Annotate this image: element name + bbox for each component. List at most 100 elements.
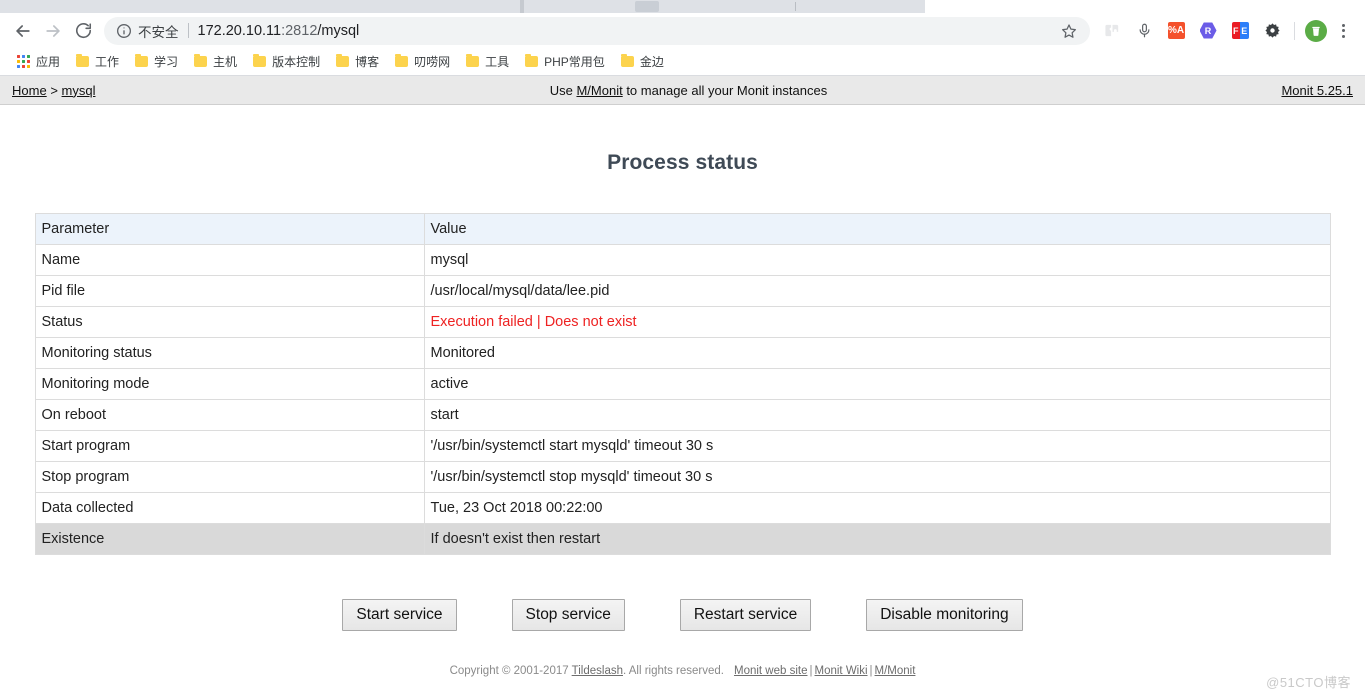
table-row: Pid file /usr/local/mysql/data/lee.pid bbox=[34, 275, 1331, 307]
row-parameter: Pid file bbox=[34, 275, 425, 307]
folder-icon bbox=[620, 54, 634, 67]
watermark: @51CTO博客 bbox=[1266, 675, 1351, 690]
table-header-row: Parameter Value bbox=[34, 213, 1331, 245]
folder-icon bbox=[525, 54, 539, 67]
disable-monitoring-button[interactable]: Disable monitoring bbox=[866, 599, 1023, 632]
bookmark-label: 金边 bbox=[639, 55, 664, 69]
footer-link-separator: | bbox=[809, 665, 813, 678]
table-row: Existence If doesn't exist then restart bbox=[34, 523, 1331, 555]
table-row: Start program '/usr/bin/systemctl start … bbox=[34, 430, 1331, 462]
star-icon[interactable] bbox=[1058, 20, 1080, 42]
tildeslash-link[interactable]: Tildeslash bbox=[572, 665, 623, 677]
folder-icon bbox=[194, 54, 208, 67]
monit-top-bar: Home > mysql Use M/Monit to manage all y… bbox=[0, 76, 1365, 105]
folder-icon bbox=[253, 54, 267, 67]
reload-button[interactable] bbox=[68, 16, 98, 46]
row-parameter: Stop program bbox=[34, 461, 425, 493]
table-row: Data collected Tue, 23 Oct 2018 00:22:00 bbox=[34, 492, 1331, 524]
bookmark-folder-4[interactable]: 版本控制 bbox=[246, 51, 327, 73]
bookmark-folder-1[interactable]: 工作 bbox=[69, 51, 126, 73]
browser-chrome: 不安全 172.20.10.11:2812/mysql %A R F E 应用 … bbox=[0, 0, 1365, 76]
bookmark-folder-6[interactable]: 叨唠网 bbox=[388, 51, 457, 73]
url-path: /mysql bbox=[317, 22, 360, 39]
row-value: /usr/local/mysql/data/lee.pid bbox=[423, 275, 1331, 307]
forward-arrow-icon bbox=[46, 24, 60, 37]
url-host: 172.20.10.11 bbox=[197, 22, 282, 39]
microphone-icon[interactable] bbox=[1131, 18, 1157, 44]
bookmark-label: 工具 bbox=[485, 55, 510, 69]
breadcrumb-home-link[interactable]: Home bbox=[12, 83, 47, 98]
bookmark-label: 博客 bbox=[355, 55, 380, 69]
row-parameter: Data collected bbox=[34, 492, 425, 524]
monit-version-link[interactable]: Monit 5.25.1 bbox=[1281, 83, 1353, 98]
page-content: Home > mysql Use M/Monit to manage all y… bbox=[0, 76, 1365, 699]
folder-icon bbox=[336, 54, 350, 67]
avatar-glyph-icon bbox=[1312, 26, 1320, 36]
reload-icon bbox=[75, 23, 91, 39]
profile-avatar[interactable] bbox=[1305, 19, 1327, 42]
address-bar[interactable]: 不安全 172.20.10.11:2812/mysql bbox=[104, 16, 1090, 45]
active-tab-edge[interactable] bbox=[520, 0, 524, 13]
breadcrumb-current-link[interactable]: mysql bbox=[62, 83, 96, 98]
row-parameter: Monitoring mode bbox=[34, 368, 425, 400]
breadcrumb: Home > mysql bbox=[12, 83, 95, 98]
folder-icon bbox=[135, 54, 149, 67]
mmonit-footer-link[interactable]: M/Monit bbox=[875, 665, 916, 677]
table-row: Monitoring mode active bbox=[34, 368, 1331, 400]
row-value: active bbox=[423, 368, 1331, 400]
bookmark-label: 学习 bbox=[154, 55, 179, 69]
fe-badge: FE bbox=[1231, 22, 1249, 39]
row-parameter: Monitoring status bbox=[34, 337, 425, 369]
row-parameter: Name bbox=[34, 244, 425, 276]
tab-thumbnail[interactable] bbox=[635, 1, 659, 12]
mmonit-link[interactable]: M/Monit bbox=[576, 83, 622, 98]
mmonit-promo: Use M/Monit to manage all your Monit ins… bbox=[95, 83, 1281, 98]
bookmark-apps[interactable]: 应用 bbox=[10, 51, 67, 73]
omnibox-divider bbox=[187, 23, 189, 38]
tab-strip[interactable] bbox=[0, 0, 1365, 13]
url-text[interactable]: 172.20.10.11:2812/mysql bbox=[198, 23, 1053, 39]
row-value: '/usr/bin/systemctl stop mysqld' timeout… bbox=[423, 461, 1331, 493]
bookmark-folder-5[interactable]: 博客 bbox=[329, 51, 386, 73]
row-parameter: On reboot bbox=[34, 399, 425, 431]
bug-gear-extension-icon[interactable] bbox=[1259, 18, 1285, 44]
chrome-menu-icon[interactable] bbox=[1331, 18, 1355, 44]
back-button[interactable] bbox=[8, 16, 38, 46]
puzzle-extension-icon[interactable] bbox=[1099, 18, 1125, 44]
folder-icon bbox=[395, 54, 409, 67]
row-value: If doesn't exist then restart bbox=[423, 523, 1331, 555]
row-parameter: Start program bbox=[34, 430, 425, 462]
percent-a-extension-icon[interactable]: %A bbox=[1163, 18, 1189, 44]
info-circle-icon[interactable] bbox=[116, 23, 132, 39]
table-body: Name mysql Pid file /usr/local/mysql/dat… bbox=[34, 244, 1331, 555]
bookmark-folder-7[interactable]: 工具 bbox=[459, 51, 516, 73]
fe-extension-icon[interactable]: FE bbox=[1227, 18, 1253, 44]
folder-icon bbox=[76, 54, 90, 67]
toolbar-separator bbox=[1294, 21, 1295, 40]
row-parameter: Status bbox=[34, 306, 425, 338]
bookmark-folder-3[interactable]: 主机 bbox=[187, 51, 244, 73]
table-row: Name mysql bbox=[34, 244, 1331, 276]
table-row: Stop program '/usr/bin/systemctl stop my… bbox=[34, 461, 1331, 493]
bookmark-folder-8[interactable]: PHP常用包 bbox=[518, 51, 612, 73]
bookmarks-bar: 应用 工作 学习 主机 版本控制 博客 叨唠网 工具 PHP常用包 金边 bbox=[0, 48, 1365, 76]
status-badge: Execution failed | Does not exist bbox=[423, 306, 1331, 338]
monit-wiki-link[interactable]: Monit Wiki bbox=[815, 665, 868, 677]
table-row: Monitoring status Monitored bbox=[34, 337, 1331, 369]
monit-web-site-link[interactable]: Monit web site bbox=[734, 665, 808, 677]
start-service-button[interactable]: Start service bbox=[342, 599, 457, 632]
bookmark-folder-2[interactable]: 学习 bbox=[128, 51, 185, 73]
stop-service-button[interactable]: Stop service bbox=[511, 599, 625, 632]
table-row: On reboot start bbox=[34, 399, 1331, 431]
extension-icons: %A R FE bbox=[1096, 18, 1288, 44]
bookmark-folder-9[interactable]: 金边 bbox=[614, 51, 671, 73]
restart-service-button[interactable]: Restart service bbox=[679, 599, 812, 632]
footer-link-separator: | bbox=[869, 665, 873, 678]
breadcrumb-separator: > bbox=[50, 82, 58, 98]
row-value: Monitored bbox=[423, 337, 1331, 369]
forward-button[interactable] bbox=[38, 16, 68, 46]
tab-separator bbox=[795, 2, 796, 11]
column-header-value: Value bbox=[423, 213, 1331, 245]
r-hexagon-extension-icon[interactable]: R bbox=[1195, 18, 1221, 44]
bookmark-label: 工作 bbox=[95, 55, 120, 69]
